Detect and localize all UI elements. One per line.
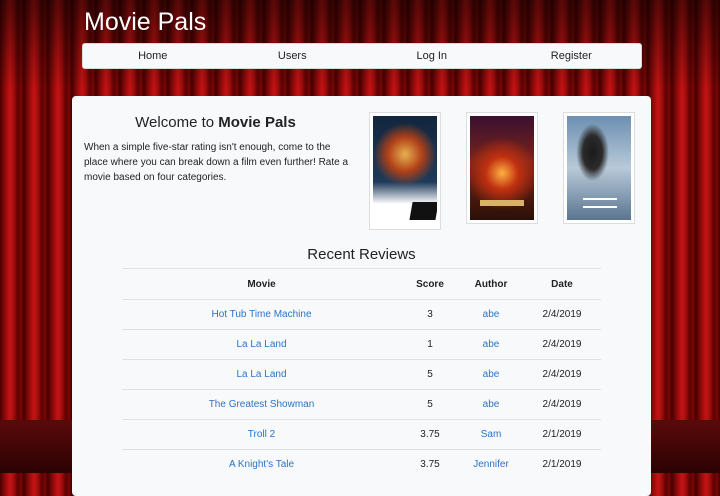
movie-cell: The Greatest Showman — [122, 389, 401, 420]
movie-cell: Hot Tub Time Machine — [122, 299, 401, 330]
score-cell: 1 — [401, 329, 459, 360]
movie-link[interactable]: The Greatest Showman — [209, 399, 315, 410]
nav-users[interactable]: Users — [223, 44, 363, 68]
score-cell: 3.75 — [401, 419, 459, 450]
poster-logo — [480, 200, 524, 206]
date-cell: 2/4/2019 — [523, 299, 601, 330]
header-movie: Movie — [122, 268, 401, 300]
movie-link[interactable]: Hot Tub Time Machine — [211, 309, 311, 320]
date-cell: 2/4/2019 — [523, 329, 601, 360]
table-row: La La Land 1 abe 2/4/2019 — [122, 329, 601, 360]
header-date: Date — [523, 268, 601, 300]
recent-reviews-title: Recent Reviews — [307, 246, 416, 263]
author-link[interactable]: abe — [483, 309, 500, 320]
table-row: Hot Tub Time Machine 3 abe 2/4/2019 — [122, 299, 601, 330]
author-link[interactable]: abe — [483, 369, 500, 380]
author-link[interactable]: abe — [483, 399, 500, 410]
movie-link[interactable]: La La Land — [236, 369, 286, 380]
date-cell: 2/4/2019 — [523, 389, 601, 420]
table-row: A Knight's Tale 3.75 Jennifer 2/1/2019 — [122, 449, 601, 479]
poster-logo — [409, 202, 437, 220]
main-panel: Welcome to Movie Pals When a simple five… — [72, 96, 651, 496]
welcome-title: Welcome to Movie Pals — [72, 114, 359, 131]
author-link[interactable]: abe — [483, 339, 500, 350]
author-cell: Jennifer — [459, 449, 523, 479]
author-cell: abe — [459, 389, 523, 420]
movie-link[interactable]: A Knight's Tale — [229, 459, 294, 470]
avengers-poster[interactable] — [466, 112, 538, 224]
score-cell: 3 — [401, 299, 459, 330]
poster-image — [567, 116, 631, 220]
author-link[interactable]: Sam — [481, 429, 502, 440]
site-brand[interactable]: Movie Pals — [84, 8, 206, 37]
reviews-table: Movie Score Author Date Hot Tub Time Mac… — [122, 268, 601, 479]
movie-link[interactable]: La La Land — [236, 339, 286, 350]
poster-image — [470, 116, 534, 220]
score-cell: 3.75 — [401, 449, 459, 479]
table-row: La La Land 5 abe 2/4/2019 — [122, 359, 601, 390]
welcome-title-prefix: Welcome to — [135, 114, 219, 131]
nav-register[interactable]: Register — [502, 44, 642, 68]
table-row: Troll 2 3.75 Sam 2/1/2019 — [122, 419, 601, 450]
movie-cell: A Knight's Tale — [122, 449, 401, 479]
movie-link[interactable]: Troll 2 — [248, 429, 275, 440]
author-cell: abe — [459, 359, 523, 390]
nav-home[interactable]: Home — [83, 44, 223, 68]
date-cell: 2/1/2019 — [523, 419, 601, 450]
score-cell: 5 — [401, 359, 459, 390]
welcome-text: When a simple five-star rating isn't eno… — [84, 142, 349, 183]
header-author: Author — [459, 268, 523, 300]
movie-cell: Troll 2 — [122, 419, 401, 450]
star-wars-poster[interactable] — [369, 112, 441, 230]
poster-image — [373, 116, 437, 226]
date-cell: 2/1/2019 — [523, 449, 601, 479]
table-header-row: Movie Score Author Date — [122, 268, 601, 300]
poster-logo — [583, 198, 617, 208]
main-navbar: Home Users Log In Register — [82, 43, 642, 69]
movie-cell: La La Land — [122, 329, 401, 360]
header-score: Score — [401, 268, 459, 300]
author-cell: abe — [459, 329, 523, 360]
welcome-title-bold: Movie Pals — [218, 114, 296, 131]
author-cell: Sam — [459, 419, 523, 450]
movie-cell: La La Land — [122, 359, 401, 390]
author-cell: abe — [459, 299, 523, 330]
nav-log-in[interactable]: Log In — [362, 44, 502, 68]
casino-royale-poster[interactable] — [563, 112, 635, 224]
table-row: The Greatest Showman 5 abe 2/4/2019 — [122, 389, 601, 420]
date-cell: 2/4/2019 — [523, 359, 601, 390]
score-cell: 5 — [401, 389, 459, 420]
author-link[interactable]: Jennifer — [473, 459, 509, 470]
